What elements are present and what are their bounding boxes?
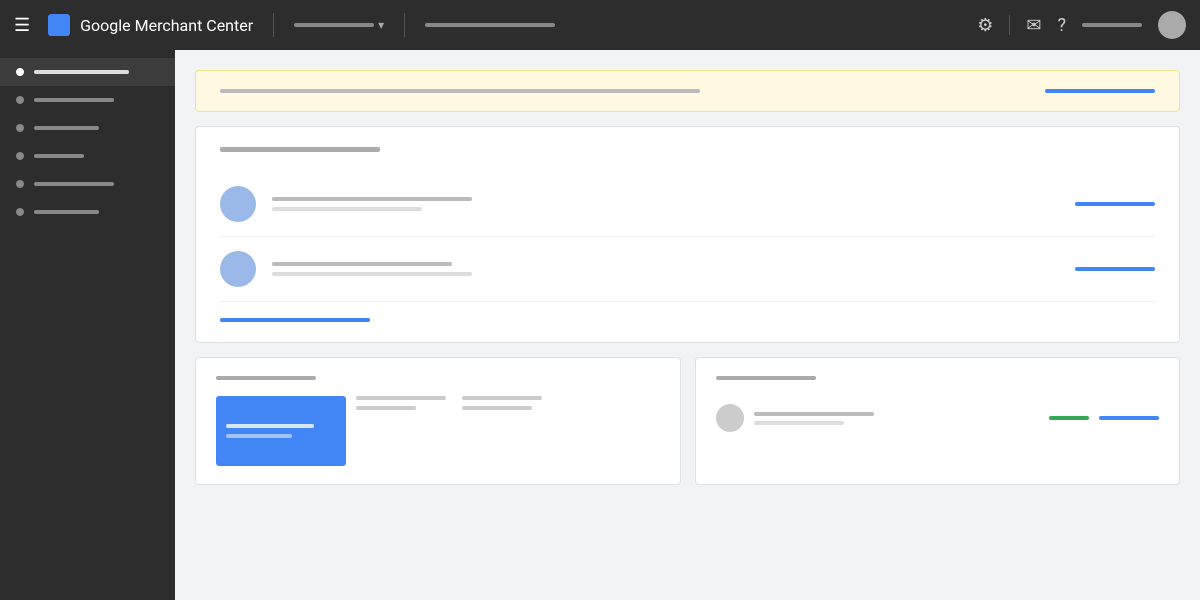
main-layout xyxy=(0,50,1200,600)
list-primary-text xyxy=(272,197,472,201)
list-action-link[interactable] xyxy=(1075,202,1155,206)
right-list-avatar xyxy=(716,404,744,432)
sidebar-dot xyxy=(16,68,24,76)
sidebar-dot xyxy=(16,96,24,104)
bottom-cards-row xyxy=(195,357,1180,485)
sidebar-dot xyxy=(16,124,24,132)
chevron-down-icon: ▾ xyxy=(378,18,384,32)
account-bar xyxy=(294,23,374,27)
list-text xyxy=(272,197,1059,211)
help-icon[interactable]: ? xyxy=(1057,15,1066,36)
icon-divider xyxy=(1009,15,1010,35)
right-list-text xyxy=(754,412,1040,425)
blue-card-bar-1 xyxy=(226,424,314,428)
bottom-right-title xyxy=(716,376,816,380)
right-secondary-text xyxy=(754,421,844,425)
bottom-left-card xyxy=(195,357,681,485)
settings-icon[interactable]: ⚙ xyxy=(977,15,993,36)
sidebar xyxy=(0,50,175,600)
search-bar xyxy=(425,23,555,27)
top-navigation: ☰ Google Merchant Center ▾ ⚙ ✉ ? xyxy=(0,0,1200,50)
right-primary-text xyxy=(754,412,874,416)
mini-blue-card xyxy=(216,396,346,466)
app-title: Google Merchant Center xyxy=(80,16,253,35)
list-item xyxy=(220,237,1155,302)
hamburger-icon[interactable]: ☰ xyxy=(14,15,30,36)
mini-bar xyxy=(462,396,542,400)
mini-col-2 xyxy=(462,396,542,410)
list-item xyxy=(220,172,1155,237)
sidebar-item-2[interactable] xyxy=(0,86,175,114)
content-area xyxy=(175,50,1200,600)
green-status-bar xyxy=(1049,416,1089,420)
card-title xyxy=(220,147,380,152)
blue-card-bar-2 xyxy=(226,434,292,438)
mini-bar xyxy=(356,406,416,410)
sidebar-dot xyxy=(16,152,24,160)
sidebar-item-3[interactable] xyxy=(0,114,175,142)
sidebar-item-6[interactable] xyxy=(0,198,175,226)
user-name-bar xyxy=(1082,23,1142,27)
banner-message xyxy=(220,89,700,93)
notification-banner xyxy=(195,70,1180,112)
mini-col-1 xyxy=(356,396,446,410)
mail-icon[interactable]: ✉ xyxy=(1026,15,1041,36)
sidebar-item-4[interactable] xyxy=(0,142,175,170)
right-action-link[interactable] xyxy=(1099,416,1159,420)
avatar[interactable] xyxy=(1158,11,1186,39)
mini-bar xyxy=(356,396,446,400)
mini-cards-row xyxy=(216,396,660,466)
list-text xyxy=(272,262,1059,276)
sidebar-item-5[interactable] xyxy=(0,170,175,198)
list-secondary-text xyxy=(272,207,422,211)
list-primary-text xyxy=(272,262,452,266)
sidebar-label xyxy=(34,182,114,186)
right-list-item xyxy=(716,396,1160,440)
sidebar-dot xyxy=(16,208,24,216)
bottom-right-card xyxy=(695,357,1181,485)
list-avatar xyxy=(220,186,256,222)
sidebar-label xyxy=(34,154,84,158)
list-action-link[interactable] xyxy=(1075,267,1155,271)
nav-divider-2 xyxy=(404,13,405,37)
sidebar-label xyxy=(34,126,99,130)
mini-bar xyxy=(462,406,532,410)
nav-divider-1 xyxy=(273,13,274,37)
banner-link[interactable] xyxy=(1045,89,1155,93)
sidebar-label xyxy=(34,70,129,74)
bottom-left-title xyxy=(216,376,316,380)
account-selector[interactable]: ▾ xyxy=(294,18,384,32)
mini-text-columns xyxy=(356,396,542,410)
nav-icons-group: ⚙ ✉ ? xyxy=(977,11,1186,39)
sidebar-item-1[interactable] xyxy=(0,58,175,86)
sidebar-dot xyxy=(16,180,24,188)
sidebar-label xyxy=(34,98,114,102)
list-avatar xyxy=(220,251,256,287)
sidebar-label xyxy=(34,210,99,214)
main-card xyxy=(195,126,1180,343)
card-footer-link[interactable] xyxy=(220,318,370,322)
logo-icon xyxy=(48,14,70,36)
list-secondary-text xyxy=(272,272,472,276)
